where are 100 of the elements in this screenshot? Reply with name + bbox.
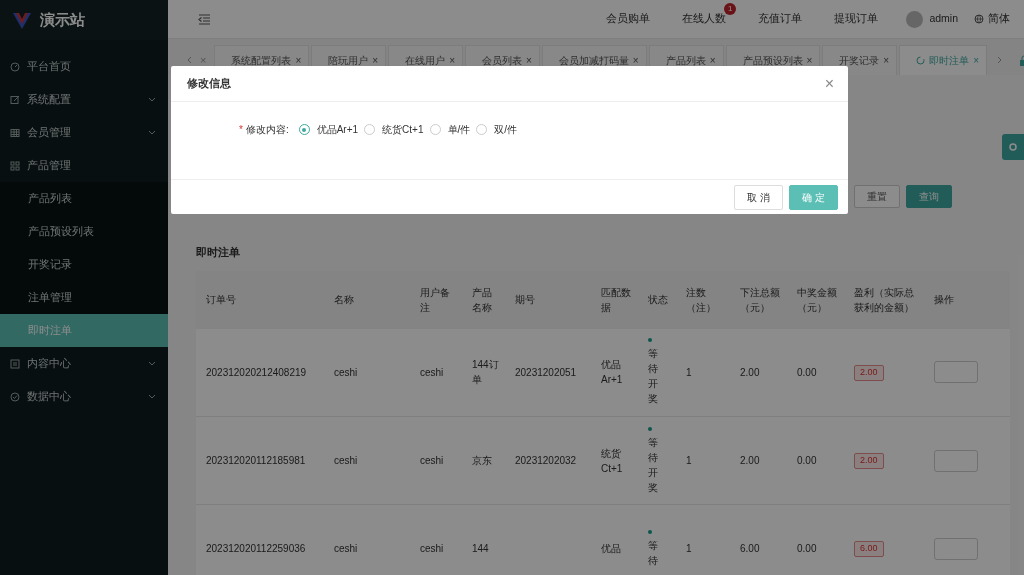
menu-icon[interactable] xyxy=(198,13,211,25)
table-cell: ceshi xyxy=(410,504,462,575)
header-link[interactable]: 提现订单 xyxy=(834,12,879,25)
document-icon xyxy=(10,358,20,369)
input-field[interactable] xyxy=(934,537,978,560)
radio-label[interactable]: 优品Ar+1 xyxy=(316,122,359,137)
table-cell: 202312020212408219 xyxy=(196,328,324,417)
radio-label[interactable]: 双/件 xyxy=(494,122,518,137)
close-icon[interactable]: × xyxy=(372,53,379,68)
chevron-down-icon xyxy=(148,97,156,102)
close-icon[interactable]: × xyxy=(709,53,716,68)
tab-label: 会员列表 xyxy=(481,54,522,68)
table-cell: ceshi xyxy=(324,328,410,417)
settings-button[interactable] xyxy=(1002,134,1024,160)
required-mark: * xyxy=(239,123,243,137)
table-cell: 0.00 xyxy=(787,416,844,505)
close-icon[interactable]: × xyxy=(525,53,532,68)
close-icon[interactable]: × xyxy=(200,51,207,69)
tab-label: 陪玩用户 xyxy=(328,54,369,68)
table-cell: 优品 xyxy=(591,504,638,575)
table-cell: 144订单 xyxy=(462,328,505,417)
header-link[interactable]: 充值订单 xyxy=(758,12,803,25)
close-icon[interactable]: × xyxy=(806,53,813,68)
chevron-down-icon xyxy=(148,130,156,135)
tab-label: 在线用户 xyxy=(405,54,446,68)
submenu-item[interactable]: 开奖记录 xyxy=(0,248,168,281)
status-dot xyxy=(648,529,652,534)
dashboard-icon xyxy=(10,61,20,72)
search-button[interactable]: 查询 xyxy=(906,185,952,208)
radio-button[interactable] xyxy=(429,124,441,135)
tab-label: 产品列表 xyxy=(665,54,706,68)
table-cell: 2.00 xyxy=(730,416,787,505)
table-cell: 1 xyxy=(676,504,730,575)
user-name[interactable]: admin xyxy=(929,11,958,27)
input-field[interactable] xyxy=(934,361,978,384)
refresh-icon xyxy=(916,56,926,65)
radio-label[interactable]: 单/件 xyxy=(447,122,471,137)
radio-label[interactable]: 统货Ct+1 xyxy=(382,122,424,137)
close-button[interactable]: × xyxy=(824,75,834,92)
tab[interactable]: 即时注单 × xyxy=(899,45,988,75)
notification-badge: 1 xyxy=(723,3,737,16)
input-field[interactable] xyxy=(934,449,978,472)
table-cell: 优品Ar+1 xyxy=(591,328,638,417)
status-text: 等待 xyxy=(648,538,658,568)
logo-icon xyxy=(12,10,32,30)
table-cell: 1 xyxy=(676,328,730,417)
language-menu[interactable]: 简体 xyxy=(974,11,1010,27)
close-icon[interactable]: × xyxy=(449,53,455,68)
table-cell: 统货Ct+1 xyxy=(591,416,638,505)
tab[interactable]: 开奖记录 × xyxy=(822,45,898,75)
brand-title: 演示站 xyxy=(40,9,85,30)
sidebar-item[interactable]: 平台首页 xyxy=(0,50,168,83)
cancel-button[interactable]: 取 消 xyxy=(734,184,784,210)
header-link[interactable]: 会员购单 xyxy=(606,12,651,25)
close-icon[interactable]: × xyxy=(883,53,890,68)
grid-icon xyxy=(10,160,20,171)
close-icon[interactable]: × xyxy=(632,53,639,68)
close-icon[interactable]: × xyxy=(295,53,302,68)
chevron-down-icon xyxy=(148,394,156,399)
tab-label: 系统配置列表 xyxy=(231,54,292,68)
table-cell: 京东 xyxy=(462,416,505,505)
radio-button[interactable] xyxy=(364,124,376,135)
table-cell: 20231202051 xyxy=(505,328,591,417)
table-cell: ceshi xyxy=(410,328,462,417)
sidebar-item[interactable]: 系统配置 xyxy=(0,83,168,116)
submenu-item[interactable]: 注单管理 xyxy=(0,281,168,314)
menu-label: 平台首页 xyxy=(27,58,72,74)
tab-label: 产品预设列表 xyxy=(742,54,803,68)
table-cell: 6.00 xyxy=(730,504,787,575)
status-dot xyxy=(648,426,652,431)
close-icon[interactable]: × xyxy=(973,53,980,68)
submenu-item[interactable]: 产品列表 xyxy=(0,182,168,215)
chevron-left-icon[interactable] xyxy=(186,56,192,64)
sidebar-item[interactable]: 内容中心 xyxy=(0,347,168,380)
avatar[interactable] xyxy=(906,10,924,28)
sidebar-item[interactable]: 会员管理 xyxy=(0,116,168,149)
confirm-button[interactable]: 确 定 xyxy=(789,184,838,210)
modal-title: 修改信息 xyxy=(187,76,231,92)
profit-tag: 2.00 xyxy=(854,365,884,381)
submenu-item[interactable]: 产品预设列表 xyxy=(0,215,168,248)
chevron-right-icon[interactable] xyxy=(997,56,1004,64)
radio-button[interactable] xyxy=(298,124,310,135)
status-dot xyxy=(648,338,652,343)
profit-tag: 2.00 xyxy=(854,453,884,469)
menu-label: 会员管理 xyxy=(27,124,72,140)
section-title: 即时注单 xyxy=(196,245,241,260)
tab-label: 会员加减打码量 xyxy=(558,54,629,68)
table-cell: 1 xyxy=(676,416,730,505)
table-cell: 2.00 xyxy=(730,328,787,417)
field-label: 修改内容: xyxy=(245,123,289,137)
chevron-down-icon xyxy=(148,361,156,366)
reset-button[interactable]: 重置 xyxy=(854,185,900,208)
radio-button[interactable] xyxy=(476,124,488,135)
table-cell: 0.00 xyxy=(787,504,844,575)
sidebar-item[interactable]: 产品管理 xyxy=(0,149,168,182)
menu-label: 数据中心 xyxy=(27,388,72,404)
edit-icon xyxy=(10,94,20,105)
sidebar-item[interactable]: 数据中心 xyxy=(0,380,168,413)
status-text: 等待开奖 xyxy=(648,435,658,495)
gear-icon xyxy=(1008,142,1018,152)
